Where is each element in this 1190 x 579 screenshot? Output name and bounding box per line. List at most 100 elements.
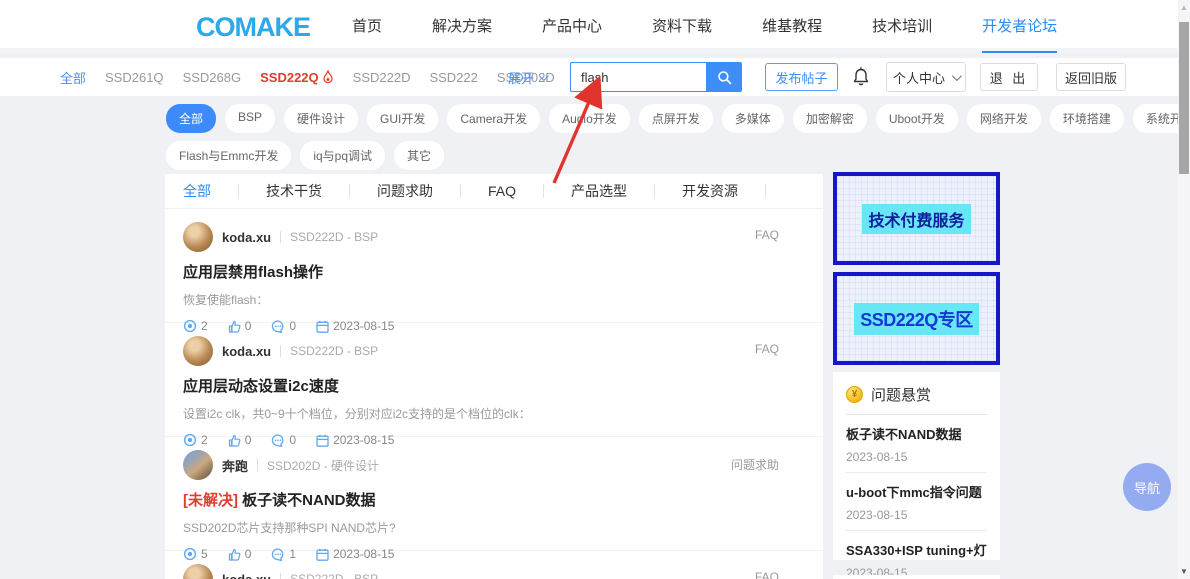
avatar[interactable]	[183, 564, 213, 579]
top-header: COMAKE 首页 解决方案 产品中心 资料下载 维基教程 技术培训 开发者论坛	[0, 0, 1190, 53]
product-filter-ssd222d[interactable]: SSD222D	[353, 70, 411, 85]
post-author[interactable]: koda.xu	[222, 344, 271, 359]
search-box	[570, 62, 742, 92]
tag-chip-encryption[interactable]: 加密解密	[793, 104, 867, 133]
post-title[interactable]: [未解决] 板子读不NAND数据	[183, 489, 779, 510]
product-filter-ssd222q[interactable]: SSD222Q	[260, 70, 334, 85]
product-filter-all[interactable]: 全部	[60, 68, 86, 87]
product-filter-ssd268g[interactable]: SSD268G	[183, 70, 242, 85]
post-row[interactable]: koda.xu SSD222D - BSP FAQ 应用层禁用flash操作 恢…	[165, 209, 823, 323]
post-title[interactable]: 应用层动态设置i2c速度	[183, 375, 779, 396]
tag-chip-flash-emmc[interactable]: Flash与Emmc开发	[166, 141, 291, 170]
avatar[interactable]	[183, 222, 213, 252]
post-header: koda.xu SSD222D - BSP FAQ	[183, 336, 779, 366]
tag-chip-all[interactable]: 全部	[166, 104, 216, 133]
tab-all[interactable]: 全部	[183, 181, 211, 201]
tag-chip-screen[interactable]: 点屏开发	[639, 104, 713, 133]
nav-solutions[interactable]: 解决方案	[432, 0, 492, 53]
product-filter-ssd222[interactable]: SSD222	[429, 70, 477, 85]
post-excerpt: 恢复使能flash：	[183, 291, 779, 308]
float-nav-button[interactable]: 导航	[1123, 463, 1171, 511]
banner-ssd222q-zone-label: SSD222Q专区	[854, 303, 979, 335]
create-post-button[interactable]: 发布帖子	[765, 63, 838, 91]
reward-item-title[interactable]: 板子读不NAND数据	[846, 424, 987, 443]
tag-chip-camera[interactable]: Camera开发	[447, 104, 540, 133]
tag-chip-hardware[interactable]: 硬件设计	[284, 104, 358, 133]
divider	[257, 459, 258, 471]
tag-chip-bsp[interactable]: BSP	[225, 104, 275, 133]
chip-row-2: Flash与Emmc开发 iq与pq调试 其它	[166, 141, 1006, 170]
next-card-partial	[833, 575, 1000, 579]
post-author[interactable]: 奔跑	[222, 456, 248, 475]
product-filters: 全部 SSD261Q SSD268G SSD222Q SSD222D SSD22…	[60, 58, 555, 96]
scrollbar-thumb[interactable]	[1179, 22, 1189, 174]
gold-coin-icon: ¥	[846, 386, 863, 403]
post-author[interactable]: koda.xu	[222, 572, 271, 579]
banner-paid-service[interactable]: 技术付费服务	[833, 172, 1000, 265]
post-title-text: 应用层动态设置i2c速度	[183, 378, 339, 395]
comake-logo[interactable]: COMAKE	[196, 12, 310, 43]
post-excerpt: SSD202D芯片支持那种SPI NAND芯片?	[183, 519, 779, 536]
nav-developer-forum[interactable]: 开发者论坛	[982, 0, 1057, 53]
post-row[interactable]: 奔跑 SSD202D - 硬件设计 问题求助 [未解决] 板子读不NAND数据 …	[165, 437, 823, 551]
tab-faq[interactable]: FAQ	[488, 183, 516, 199]
avatar[interactable]	[183, 336, 213, 366]
search-button[interactable]	[706, 62, 742, 92]
chevron-down-icon	[952, 71, 962, 81]
scrollbar-track[interactable]: ▲ ▼	[1178, 0, 1190, 579]
product-filter-ssd261q[interactable]: SSD261Q	[105, 70, 164, 85]
post-author[interactable]: koda.xu	[222, 230, 271, 245]
tag-chip-gui[interactable]: GUI开发	[367, 104, 438, 133]
nav-home[interactable]: 首页	[352, 0, 382, 53]
flame-icon	[322, 70, 334, 84]
tab-resources[interactable]: 开发资源	[682, 181, 738, 201]
tab-tech[interactable]: 技术干货	[266, 181, 322, 201]
tag-filter-chips: 全部 BSP 硬件设计 GUI开发 Camera开发 Audio开发 点屏开发 …	[166, 104, 1006, 178]
post-header: koda.xu SSD222D - BSP FAQ	[183, 564, 779, 579]
notification-bell-icon[interactable]	[852, 67, 870, 92]
nav-downloads[interactable]: 资料下载	[652, 0, 712, 53]
user-center-label: 个人中心	[893, 68, 945, 87]
tag-chip-environment[interactable]: 环境搭建	[1050, 104, 1124, 133]
reward-item[interactable]: SSA330+ISP tuning+灯… 2023-08-15	[846, 531, 987, 579]
avatar[interactable]	[183, 450, 213, 480]
post-title-text: 板子读不NAND数据	[238, 492, 376, 509]
search-input[interactable]	[570, 62, 706, 92]
banner-ssd222q-zone[interactable]: SSD222Q专区	[833, 272, 1000, 365]
tag-chip-uboot[interactable]: Uboot开发	[876, 104, 958, 133]
logout-button[interactable]: 退 出	[980, 63, 1038, 91]
category-tabs: 全部 技术干货 问题求助 FAQ 产品选型 开发资源	[165, 174, 823, 209]
tag-chip-multimedia[interactable]: 多媒体	[722, 104, 784, 133]
tag-chip-audio[interactable]: Audio开发	[549, 104, 630, 133]
tab-divider	[460, 184, 461, 198]
post-title-text: 应用层禁用flash操作	[183, 264, 323, 281]
back-old-version-button[interactable]: 返回旧版	[1056, 63, 1126, 91]
tab-help[interactable]: 问题求助	[377, 181, 433, 201]
reward-item[interactable]: 板子读不NAND数据 2023-08-15	[846, 415, 987, 473]
expand-toggle[interactable]: 展开	[508, 58, 546, 96]
product-filter-label: SSD222Q	[260, 70, 319, 85]
tag-chip-iq-pq[interactable]: iq与pq调试	[300, 141, 385, 170]
nav-training[interactable]: 技术培训	[872, 0, 932, 53]
tag-chip-network[interactable]: 网络开发	[967, 104, 1041, 133]
tab-selection[interactable]: 产品选型	[571, 181, 627, 201]
tab-divider	[543, 184, 544, 198]
post-header: 奔跑 SSD202D - 硬件设计 问题求助	[183, 450, 779, 480]
scroll-down-arrow[interactable]: ▼	[1178, 567, 1190, 576]
user-center-button[interactable]: 个人中心	[886, 62, 966, 92]
chip-row-1: 全部 BSP 硬件设计 GUI开发 Camera开发 Audio开发 点屏开发 …	[166, 104, 1006, 133]
reward-questions-card: ¥ 问题悬赏 板子读不NAND数据 2023-08-15 u-boot下mmc指…	[833, 372, 1000, 560]
post-row[interactable]: koda.xu SSD222D - BSP FAQ	[165, 551, 823, 579]
reward-card-title: 问题悬赏	[871, 384, 931, 405]
scroll-up-arrow[interactable]: ▲	[1178, 3, 1190, 12]
banner-paid-service-label: 技术付费服务	[862, 204, 970, 234]
reward-item-title[interactable]: u-boot下mmc指令问题	[846, 482, 987, 501]
tag-chip-other[interactable]: 其它	[394, 141, 444, 170]
nav-wiki[interactable]: 维基教程	[762, 0, 822, 53]
nav-products[interactable]: 产品中心	[542, 0, 602, 53]
post-title[interactable]: 应用层禁用flash操作	[183, 261, 779, 282]
reward-item[interactable]: u-boot下mmc指令问题 2023-08-15	[846, 473, 987, 531]
divider	[280, 345, 281, 357]
reward-item-title[interactable]: SSA330+ISP tuning+灯…	[846, 540, 987, 559]
post-row[interactable]: koda.xu SSD222D - BSP FAQ 应用层动态设置i2c速度 设…	[165, 323, 823, 437]
